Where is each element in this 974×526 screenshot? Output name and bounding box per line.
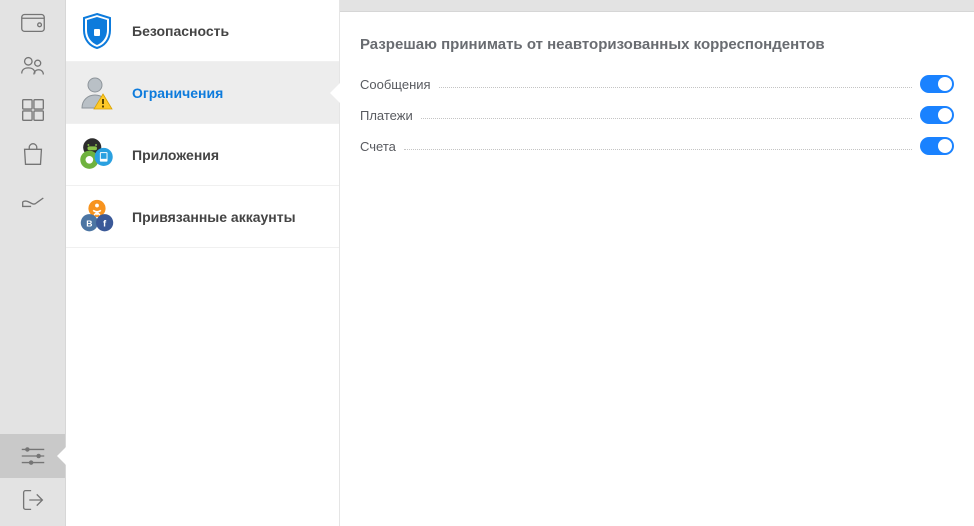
person-warning-icon	[76, 72, 118, 114]
rail-people[interactable]	[0, 44, 65, 88]
rail-shopping[interactable]	[0, 132, 65, 176]
rail-wallet[interactable]	[0, 0, 65, 44]
dotted-leader	[421, 118, 912, 119]
sidebar-item-label: Приложения	[132, 147, 219, 163]
grid-icon	[18, 95, 48, 125]
rail-logout[interactable]	[0, 478, 65, 522]
svg-text:B: B	[86, 218, 92, 228]
section-title: Разрешаю принимать от неавторизованных к…	[360, 36, 954, 53]
toggle-messages[interactable]	[920, 75, 954, 93]
logout-icon	[18, 485, 48, 515]
option-row-payments: Платежи	[360, 100, 954, 131]
option-label: Счета	[360, 139, 396, 154]
main-panel: Разрешаю принимать от неавторизованных к…	[340, 0, 974, 526]
sidebar-item-security[interactable]: Безопасность	[66, 0, 339, 62]
sidebar-item-label: Ограничения	[132, 85, 223, 101]
option-label: Платежи	[360, 108, 413, 123]
social-accounts-icon: B f	[76, 195, 118, 239]
shopping-bag-icon	[18, 139, 48, 169]
sidebar-item-linked-accounts[interactable]: B f Привязанные аккаунты	[66, 186, 339, 248]
option-label: Сообщения	[360, 77, 431, 92]
option-row-messages: Сообщения	[360, 69, 954, 100]
sliders-icon	[18, 441, 48, 471]
rail-hand[interactable]	[0, 176, 65, 220]
toggle-payments[interactable]	[920, 106, 954, 124]
sidebar-item-restrictions[interactable]: Ограничения	[66, 62, 339, 124]
rail-grid[interactable]	[0, 88, 65, 132]
shield-icon	[76, 10, 118, 52]
hand-icon	[18, 183, 48, 213]
apps-icon	[76, 133, 118, 177]
sidebar-item-apps[interactable]: Приложения	[66, 124, 339, 186]
toggle-invoices[interactable]	[920, 137, 954, 155]
option-row-invoices: Счета	[360, 131, 954, 162]
people-icon	[18, 51, 48, 81]
wallet-icon	[18, 7, 48, 37]
main-header-strip	[340, 0, 974, 12]
icon-rail	[0, 0, 66, 526]
settings-sidebar: Безопасность Ограничения	[66, 0, 340, 526]
dotted-leader	[439, 87, 912, 88]
dotted-leader	[404, 149, 912, 150]
sidebar-item-label: Безопасность	[132, 23, 229, 39]
sidebar-item-label: Привязанные аккаунты	[132, 209, 296, 225]
rail-settings[interactable]	[0, 434, 65, 478]
